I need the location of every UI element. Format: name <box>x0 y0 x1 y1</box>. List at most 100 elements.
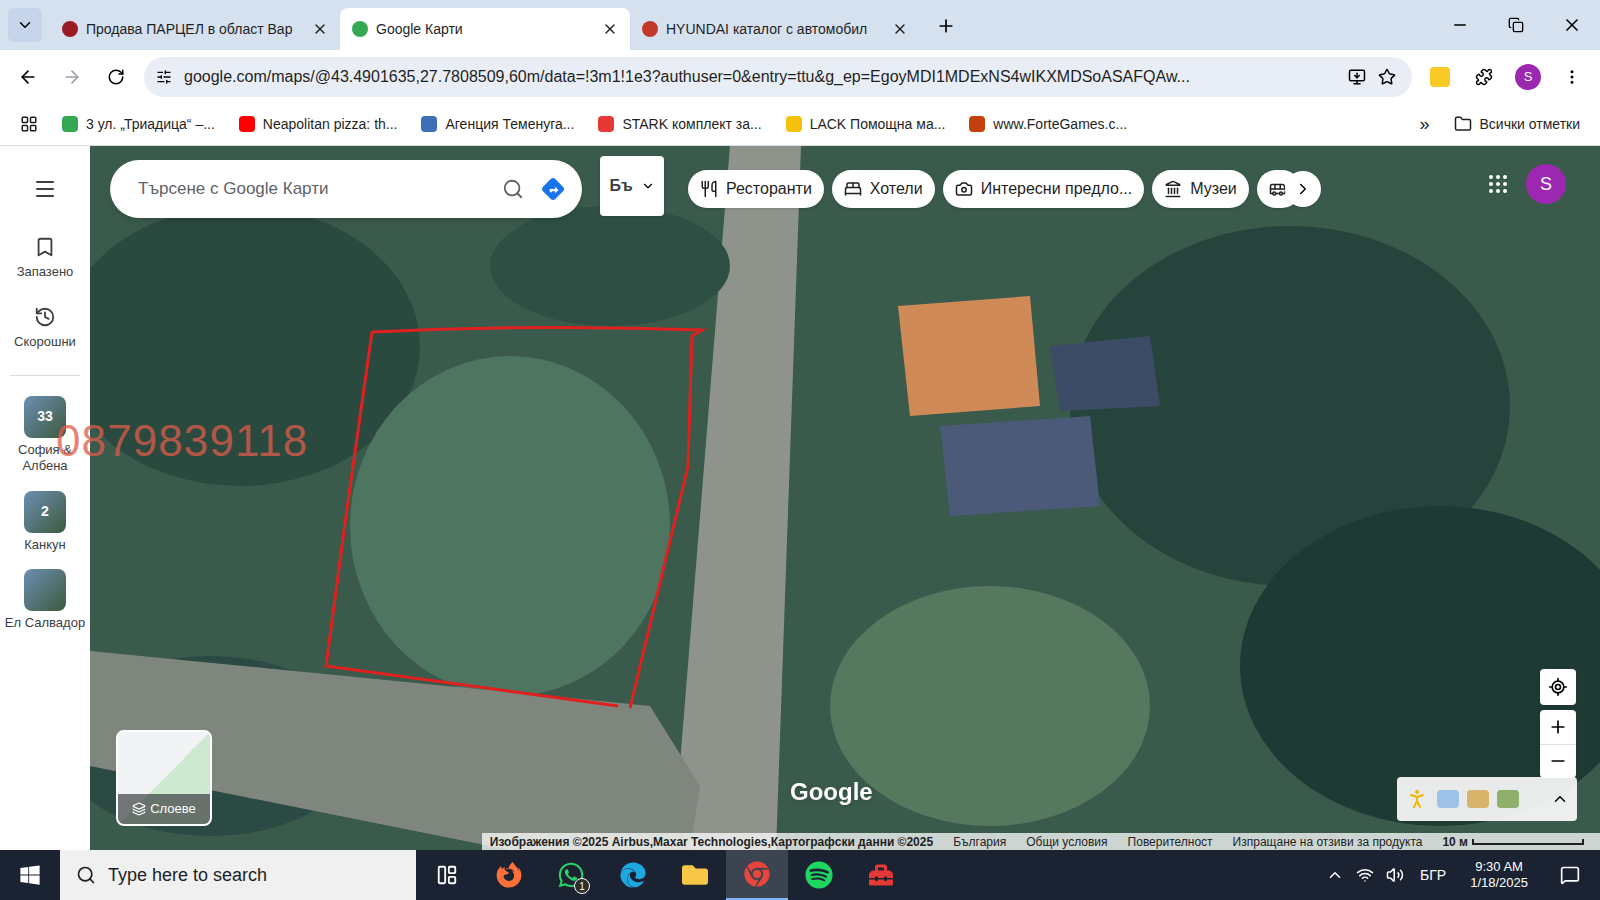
bookmark-item[interactable]: LACK Помощна ма... <box>778 114 954 135</box>
input-tool-button[interactable]: Бъ <box>600 156 664 216</box>
new-tab-button[interactable] <box>928 8 964 44</box>
network-icon[interactable] <box>1356 866 1374 884</box>
close-tab-icon[interactable] <box>602 21 618 37</box>
taskbar-app[interactable] <box>850 850 912 900</box>
volume-icon[interactable] <box>1386 866 1404 884</box>
all-bookmarks[interactable]: Всички отметки <box>1446 114 1588 135</box>
pegman-icon[interactable] <box>1405 787 1429 811</box>
tab-search-button[interactable] <box>8 8 42 42</box>
rail-item[interactable]: Скорошни <box>14 294 76 364</box>
list-thumbnail: 33 <box>24 396 66 438</box>
attribution-link[interactable]: Поверителност <box>1128 833 1213 851</box>
taskbar-app[interactable]: 1 <box>540 850 602 900</box>
tab-strip: Продава ПАРЦЕЛ в област ВарGoogle Карти H… <box>0 0 1600 50</box>
apps-icon[interactable] <box>20 115 38 133</box>
attribution-link[interactable]: България <box>953 833 1006 851</box>
notification-badge: 1 <box>574 878 590 894</box>
close-button[interactable] <box>1544 0 1600 50</box>
bookmark-item[interactable]: STARK комплект за... <box>590 114 769 135</box>
bookmark-favicon-icon <box>969 116 985 132</box>
category-chip[interactable]: Хотели <box>832 170 935 208</box>
museum-icon <box>1164 180 1182 198</box>
satellite-map[interactable]: Търсене с Google Карти Бъ РесторантиХотели… <box>90 146 1600 850</box>
tab-title: HYUNDAI каталог с автомобил <box>666 19 884 40</box>
imagery-thumb[interactable] <box>1497 790 1519 808</box>
clock[interactable]: 9:30 AM1/18/2025 <box>1462 859 1536 892</box>
account-avatar[interactable]: S <box>1526 164 1566 204</box>
menu-button[interactable] <box>1552 57 1592 97</box>
start-button[interactable] <box>0 850 60 900</box>
category-chip[interactable]: Ресторанти <box>688 170 824 208</box>
bookmark-item[interactable]: 3 ул. „Триадица“ –... <box>54 114 223 135</box>
taskbar-search[interactable]: Type here to search <box>60 850 416 900</box>
attribution-link[interactable]: Общи условия <box>1026 833 1107 851</box>
attribution-link[interactable]: Изпращане на отзиви за продукта <box>1233 833 1423 851</box>
reload-button[interactable] <box>96 57 136 97</box>
hidden-icons-icon[interactable] <box>1326 866 1344 884</box>
taskbar-app[interactable] <box>726 850 788 900</box>
saved-list[interactable]: 2Канкун <box>3 483 87 561</box>
category-chips: РесторантиХотелиИнтересни предло...Музеи <box>688 170 1321 208</box>
plus-icon <box>936 16 956 36</box>
attribution-link: Изображения ©2025 Airbus,Maxar Technolog… <box>490 833 933 851</box>
chips-next-button[interactable] <box>1285 171 1321 207</box>
action-center-button[interactable] <box>1548 850 1592 900</box>
dropdown-icon <box>641 179 655 193</box>
browser-tab[interactable]: HYUNDAI каталог с автомобил <box>630 8 920 50</box>
language-indicator[interactable]: БГР <box>1416 865 1450 886</box>
saved-list[interactable]: 33София & Албена <box>3 388 87 483</box>
category-chip[interactable]: Музеи <box>1152 170 1249 208</box>
restore-button[interactable] <box>1488 0 1544 50</box>
zoom-out-button[interactable] <box>1540 745 1576 779</box>
minimize-button[interactable] <box>1432 0 1488 50</box>
bookmark-item[interactable]: Neapolitan pizza: th... <box>231 114 406 135</box>
extension-button[interactable] <box>1420 57 1460 97</box>
my-location-button[interactable] <box>1540 669 1576 705</box>
site-info-icon[interactable] <box>156 69 172 85</box>
list-count: 33 <box>24 396 66 438</box>
more-bookmarks[interactable]: » <box>1412 111 1438 138</box>
restore-icon <box>1508 17 1524 33</box>
search-box[interactable]: Търсене с Google Карти <box>110 160 582 218</box>
taskbar-app[interactable] <box>788 850 850 900</box>
bookmark-favicon-icon <box>239 116 255 132</box>
extensions-button[interactable] <box>1464 57 1504 97</box>
forward-button[interactable] <box>52 57 92 97</box>
star-icon[interactable] <box>1378 68 1396 86</box>
search-icon[interactable] <box>502 178 524 200</box>
expand-icon[interactable] <box>1551 790 1569 808</box>
imagery-thumb[interactable] <box>1467 790 1489 808</box>
history-icon <box>34 306 56 328</box>
bookmark-item[interactable]: www.ForteGames.c... <box>961 114 1135 135</box>
url-text: google.com/maps/@43.4901635,27.7808509,6… <box>184 65 1336 89</box>
menu-button[interactable] <box>33 154 57 224</box>
saved-list[interactable]: Ел Салвадор <box>3 561 87 639</box>
taskbar-app[interactable] <box>416 850 478 900</box>
omnibox[interactable]: google.com/maps/@43.4901635,27.7808509,6… <box>144 57 1412 97</box>
taskbar-app[interactable] <box>664 850 726 900</box>
bookmark-favicon-icon <box>786 116 802 132</box>
back-button[interactable] <box>8 57 48 97</box>
layers-button[interactable]: Слоеве <box>116 730 212 826</box>
profile-button[interactable]: S <box>1508 57 1548 97</box>
directions-icon[interactable] <box>540 176 566 202</box>
plus-icon <box>1548 717 1568 737</box>
install-icon[interactable] <box>1348 68 1366 86</box>
restaurant-icon <box>700 180 718 198</box>
imagery-thumb[interactable] <box>1437 790 1459 808</box>
property-outline <box>90 146 1600 850</box>
zoom-controls <box>1540 710 1576 778</box>
taskbar-app[interactable] <box>602 850 664 900</box>
bookmark-favicon-icon <box>62 116 78 132</box>
rail-item[interactable]: Запазено <box>17 224 74 294</box>
browser-tab[interactable]: Продава ПАРЦЕЛ в област Вар <box>50 8 340 50</box>
google-apps-button[interactable] <box>1478 164 1518 204</box>
bookmark-item[interactable]: Агенция Теменуга... <box>413 114 582 135</box>
zoom-in-button[interactable] <box>1540 710 1576 745</box>
taskbar-app[interactable] <box>478 850 540 900</box>
close-tab-icon[interactable] <box>312 21 328 37</box>
category-chip[interactable]: Интересни предло... <box>943 170 1145 208</box>
close-tab-icon[interactable] <box>892 21 908 37</box>
browser-tab[interactable]: Google Карти <box>340 8 630 50</box>
list-thumbnail: 2 <box>24 491 66 533</box>
